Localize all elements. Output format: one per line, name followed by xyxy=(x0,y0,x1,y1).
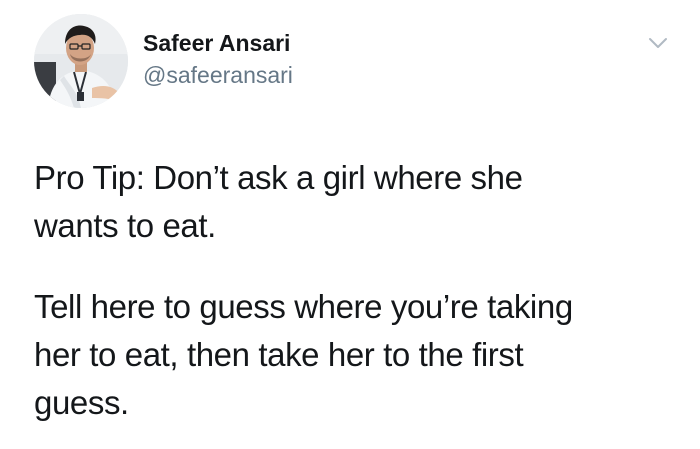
tweet-line: Pro Tip: Don’t ask a girl where she xyxy=(34,159,523,196)
tweet-paragraph-2: Tell here to guess where you’re taking h… xyxy=(34,283,654,427)
chevron-down-icon[interactable] xyxy=(644,32,672,54)
avatar[interactable] xyxy=(34,14,128,108)
author-handle[interactable]: @safeeransari xyxy=(143,62,293,89)
tweet-line: guess. xyxy=(34,384,129,421)
tweet-line: Tell here to guess where you’re taking xyxy=(34,288,573,325)
tweet-card: Safeer Ansari @safeeransari Pro Tip: Don… xyxy=(0,0,700,449)
tweet-line: wants to eat. xyxy=(34,207,216,244)
tweet-line: her to eat, then take her to the first xyxy=(34,336,524,373)
avatar-photo xyxy=(34,14,128,108)
tweet-paragraph-1: Pro Tip: Don’t ask a girl where she want… xyxy=(34,154,654,250)
author-name[interactable]: Safeer Ansari xyxy=(143,30,290,57)
